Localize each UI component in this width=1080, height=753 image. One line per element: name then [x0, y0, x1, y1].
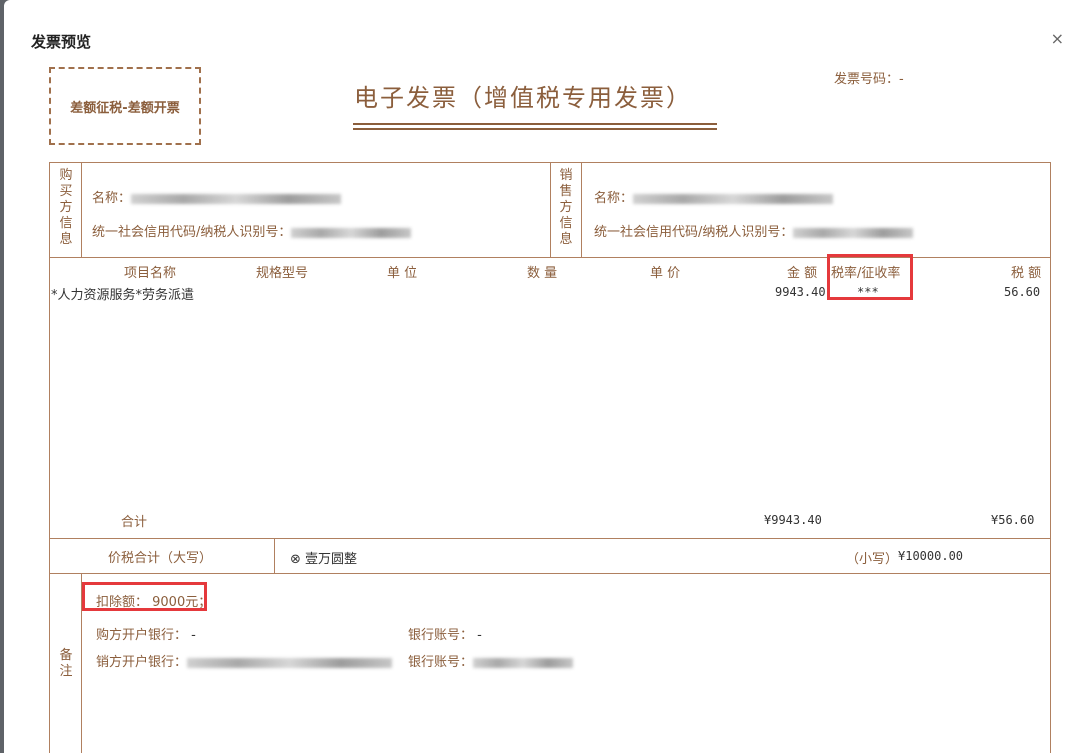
- divider: [274, 538, 275, 573]
- deduction-highlight: [82, 582, 207, 611]
- redacted-value: [291, 227, 412, 238]
- total-words: ⊗ 壹万圆整: [290, 552, 358, 567]
- item-name: *人力资源服务*劳务派遣: [51, 288, 195, 303]
- divider: [49, 573, 1051, 574]
- buyer-bank: 购方开户银行： -: [96, 628, 196, 643]
- item-amount: 9943.40: [775, 285, 826, 299]
- subtotal-tax: ¥56.60: [991, 513, 1035, 527]
- close-icon[interactable]: ×: [1051, 30, 1064, 48]
- col-qty: 数 量: [527, 266, 558, 281]
- tax-rate-highlight: [827, 254, 913, 300]
- title-underline: [353, 128, 717, 130]
- buyer-tax-id: 统一社会信用代码/纳税人识别号：: [92, 221, 412, 240]
- seller-tax-id: 统一社会信用代码/纳税人识别号：: [594, 221, 914, 240]
- col-price: 单 价: [650, 266, 681, 281]
- seller-side-label: 销 售 方 信 息: [559, 168, 573, 247]
- divider: [550, 162, 551, 257]
- total-symbol: ⊗: [290, 552, 301, 567]
- invoice-preview-dialog: 发票预览 × 差额征税-差额开票 电子发票（增值税专用发票） 发票号码：- 购 …: [4, 0, 1080, 753]
- divider: [81, 162, 82, 257]
- subtotal-amount: ¥9943.40: [764, 513, 822, 527]
- remarks-side-label: 备 注: [59, 648, 73, 679]
- total-label: 价税合计（大写）: [108, 551, 213, 566]
- redacted-value: [187, 657, 393, 668]
- differential-tax-stamp: 差额征税-差额开票: [49, 67, 201, 145]
- seller-name: 名称：: [594, 187, 834, 206]
- seller-account: 银行账号：: [408, 651, 574, 670]
- invoice-title: 电子发票（增值税专用发票）: [354, 84, 692, 112]
- redacted-value: [131, 193, 342, 204]
- invoice-number: 发票号码：-: [834, 72, 904, 87]
- seller-bank: 销方开户银行：: [96, 651, 393, 670]
- divider: [581, 162, 582, 257]
- title-underline: [353, 123, 717, 125]
- subtotal-label: 合计: [121, 515, 148, 530]
- buyer-account: 银行账号： -: [408, 628, 482, 643]
- dialog-title: 发票预览: [31, 33, 92, 51]
- divider: [49, 538, 1051, 539]
- redacted-value: [793, 227, 914, 238]
- col-item-name: 项目名称: [124, 266, 177, 281]
- col-spec: 规格型号: [256, 266, 309, 281]
- redacted-value: [473, 657, 574, 668]
- item-tax: 56.60: [1004, 285, 1041, 299]
- redacted-value: [633, 193, 834, 204]
- total-small-value: ¥10000.00: [898, 549, 964, 563]
- col-unit: 单 位: [387, 266, 418, 281]
- total-small-label: （小写）: [846, 552, 899, 567]
- col-amount: 金 额: [787, 266, 818, 281]
- col-tax: 税 额: [1011, 266, 1042, 281]
- buyer-side-label: 购 买 方 信 息: [59, 168, 73, 247]
- buyer-name: 名称：: [92, 187, 342, 206]
